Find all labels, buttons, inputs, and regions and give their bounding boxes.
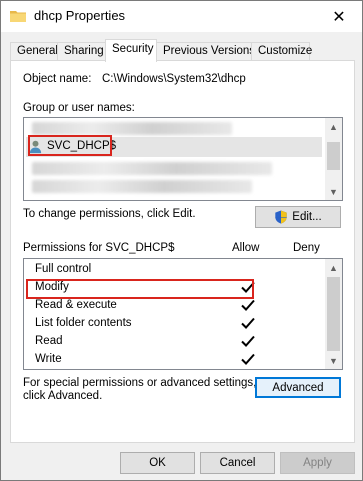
permission-row-read-execute[interactable]: Read & execute	[24, 297, 342, 315]
permission-name: Write	[35, 353, 62, 365]
scroll-up-icon[interactable]: ▲	[325, 118, 342, 135]
annotation-highlight-modify	[26, 279, 254, 299]
allow-check-icon	[241, 335, 255, 347]
close-button[interactable]: ✕	[316, 1, 362, 32]
permission-row-full-control[interactable]: Full control	[24, 261, 342, 279]
shield-icon	[275, 210, 287, 224]
permission-row-read[interactable]: Read	[24, 333, 342, 351]
group-user-list[interactable]: SVC_DHCP$ ▲ ▼	[23, 117, 343, 201]
title-bar[interactable]: dhcp Properties ✕	[1, 1, 362, 32]
scroll-thumb[interactable]	[327, 142, 340, 170]
scroll-down-icon[interactable]: ▼	[325, 352, 342, 369]
tab-general[interactable]: General	[10, 42, 58, 61]
permission-name: Read	[35, 335, 63, 347]
edit-button-label: Edit...	[292, 211, 322, 223]
allow-check-icon	[241, 317, 255, 329]
permission-name: Full control	[35, 263, 92, 275]
scroll-down-icon[interactable]: ▼	[325, 183, 342, 200]
folder-icon	[10, 11, 26, 22]
edit-button[interactable]: Edit...	[255, 206, 341, 228]
annotation-highlight-group	[28, 135, 112, 156]
properties-window: dhcp Properties ✕ General Sharing Securi…	[0, 0, 363, 481]
permission-name: List folder contents	[35, 317, 132, 329]
permissions-for-label: Permissions for SVC_DHCP$	[23, 242, 175, 254]
advanced-text-line1: For special permissions or advanced sett…	[23, 377, 257, 389]
tab-strip: General Sharing Security Previous Versio…	[1, 39, 362, 62]
deny-column-header: Deny	[293, 242, 320, 254]
advanced-text-line2: click Advanced.	[23, 390, 103, 402]
group-names-label: Group or user names:	[23, 102, 135, 114]
scroll-thumb[interactable]	[327, 277, 340, 351]
permissions-scrollbar[interactable]: ▲ ▼	[325, 259, 342, 369]
redacted-entry	[32, 122, 232, 135]
scroll-up-icon[interactable]: ▲	[325, 259, 342, 276]
object-name-label: Object name:	[23, 73, 92, 85]
cancel-button[interactable]: Cancel	[200, 452, 275, 474]
group-list-scrollbar[interactable]: ▲ ▼	[325, 118, 342, 200]
tab-sharing[interactable]: Sharing	[57, 42, 106, 61]
ok-button[interactable]: OK	[120, 452, 195, 474]
tab-security[interactable]: Security	[105, 39, 157, 62]
allow-column-header: Allow	[232, 242, 260, 254]
tab-customize[interactable]: Customize	[251, 42, 312, 61]
permission-row-write[interactable]: Write	[24, 351, 342, 369]
window-title: dhcp Properties	[34, 8, 126, 23]
permission-name: Read & execute	[35, 299, 117, 311]
security-panel: Object name: C:\Windows\System32\dhcp Gr…	[10, 60, 355, 443]
allow-check-icon	[241, 299, 255, 311]
allow-check-icon	[241, 353, 255, 365]
advanced-button[interactable]: Advanced	[255, 377, 341, 398]
close-icon: ✕	[332, 8, 346, 26]
object-name-value: C:\Windows\System32\dhcp	[102, 73, 246, 85]
change-permissions-text: To change permissions, click Edit.	[23, 208, 196, 220]
permissions-list[interactable]: Full control Modify Read & execute List …	[23, 258, 343, 370]
tab-previous-versions[interactable]: Previous Versions	[156, 42, 255, 61]
redacted-entry	[32, 180, 252, 193]
apply-button[interactable]: Apply	[280, 452, 355, 474]
redacted-entry	[32, 162, 272, 175]
permission-row-list-folder-contents[interactable]: List folder contents	[24, 315, 342, 333]
